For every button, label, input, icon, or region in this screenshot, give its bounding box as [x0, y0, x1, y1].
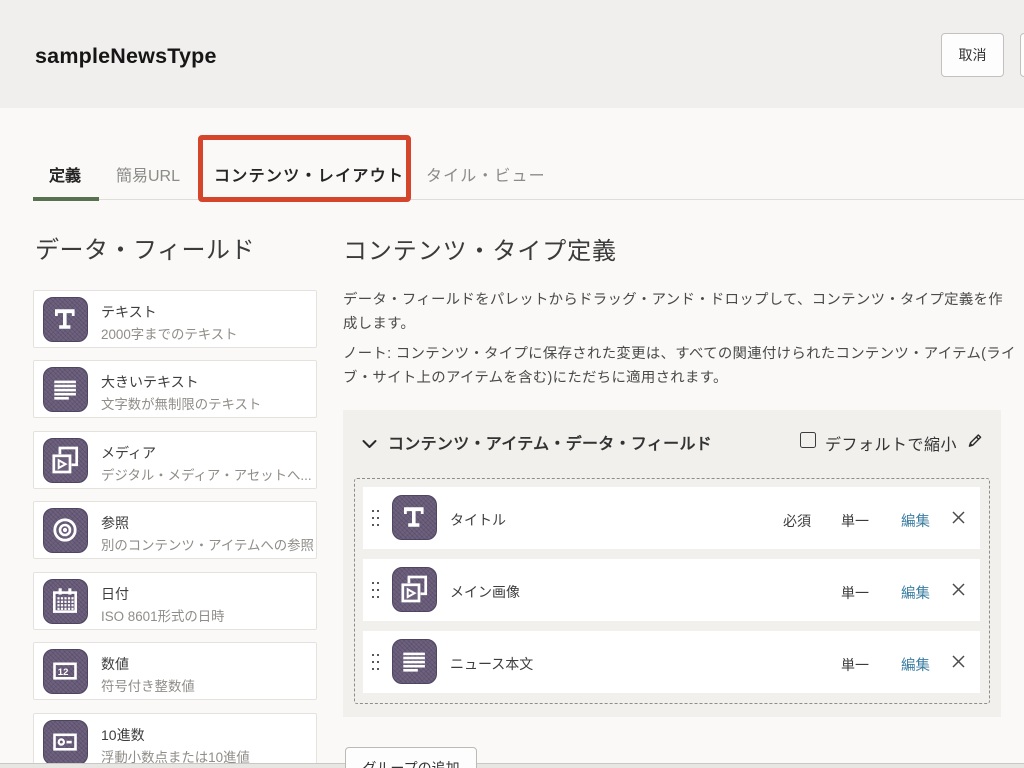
svg-text:12: 12 — [58, 667, 69, 678]
